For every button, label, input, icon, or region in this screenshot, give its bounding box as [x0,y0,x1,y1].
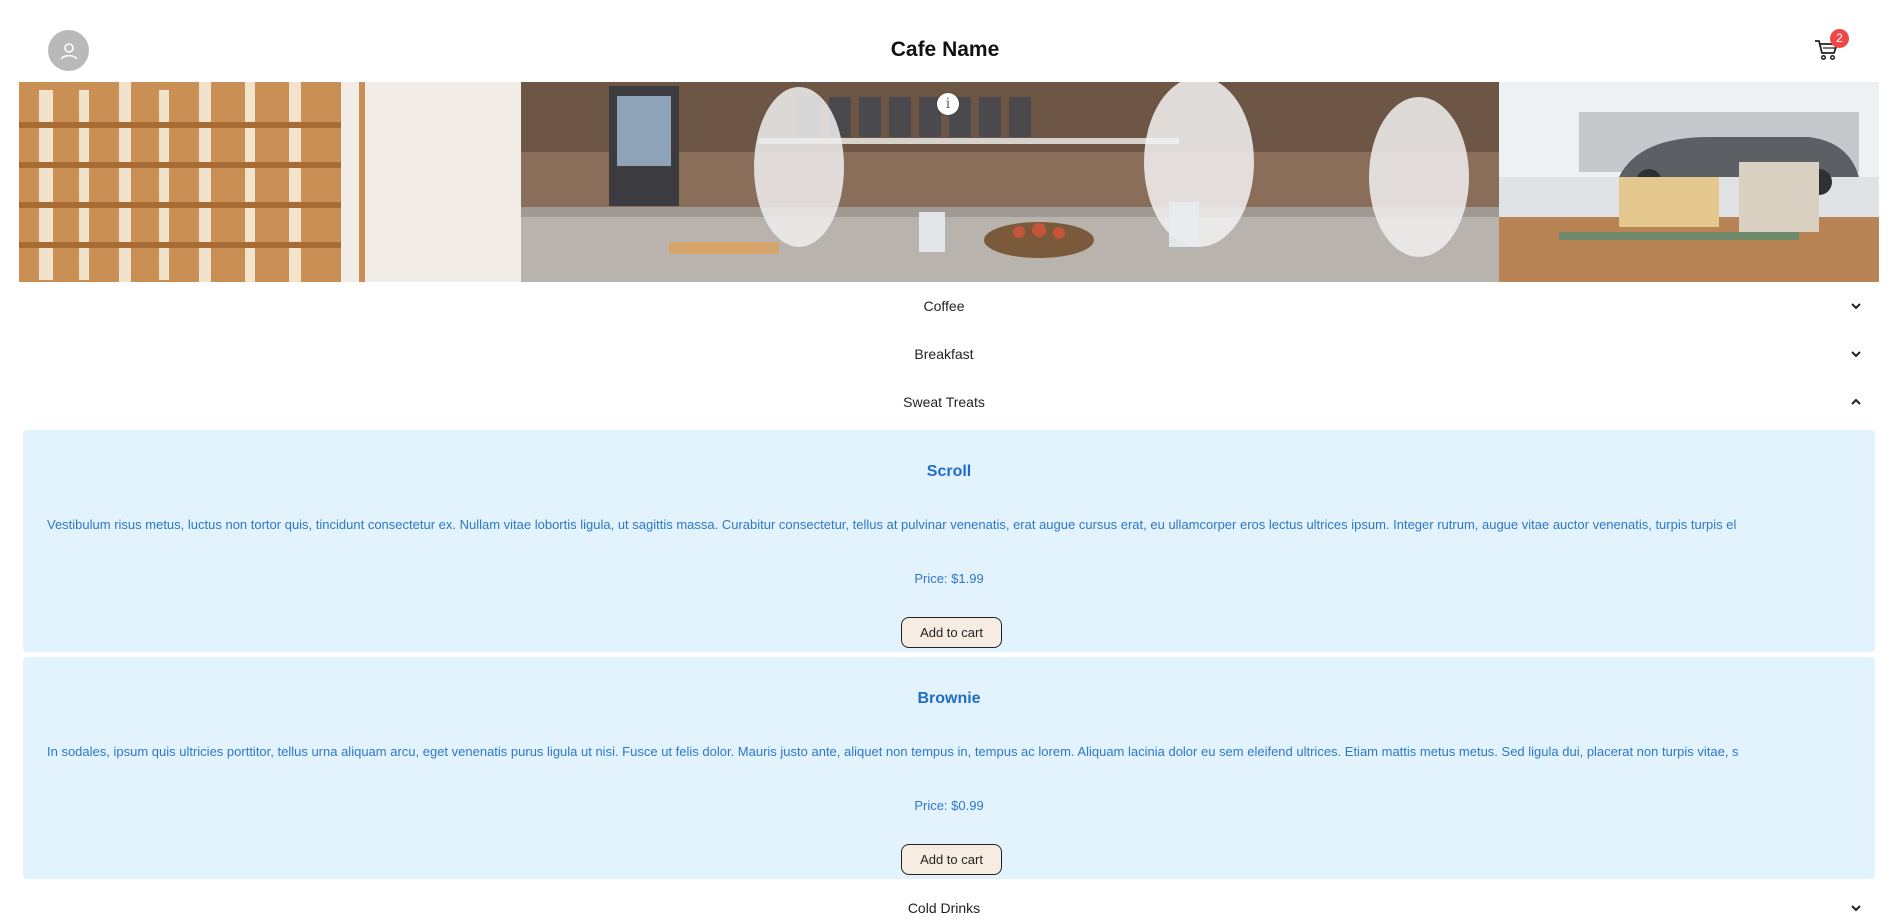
page-title: Cafe Name [890,38,1000,61]
item-name: Scroll [926,463,972,480]
category-label: Breakfast [914,346,974,362]
chevron-up-icon [1851,398,1861,405]
chevron-down-icon [1851,303,1861,310]
item-name: Brownie [917,690,981,707]
category-label: Cold Drinks [907,900,981,916]
category-cold-drinks[interactable]: Cold Drinks [19,893,1879,921]
menu-item-card-scroll: Scroll Vestibulum risus metus, luctus no… [23,430,1875,652]
item-description: In sodales, ipsum quis ultricies porttit… [47,744,1739,759]
add-to-cart-button[interactable]: Add to cart [901,617,1002,648]
category-coffee[interactable]: Coffee [19,284,1879,330]
menu-item-card-brownie: Brownie In sodales, ipsum quis ultricies… [23,657,1875,879]
item-price: Price: $0.99 [914,798,984,813]
chevron-down-icon [1851,351,1861,358]
category-label: Coffee [923,298,965,314]
category-sweat-treats[interactable]: Sweat Treats [19,380,1879,426]
item-price: Price: $1.99 [914,571,984,586]
app-header: Cafe Name 2 [0,0,1890,82]
item-description: Vestibulum risus metus, luctus non torto… [47,517,1737,532]
category-breakfast[interactable]: Breakfast [19,332,1879,378]
category-label: Sweat Treats [903,394,985,410]
add-to-cart-button[interactable]: Add to cart [901,844,1002,875]
cart-count-badge: 2 [1830,29,1849,48]
chevron-down-icon [1851,905,1861,912]
info-icon[interactable]: i [937,93,959,115]
